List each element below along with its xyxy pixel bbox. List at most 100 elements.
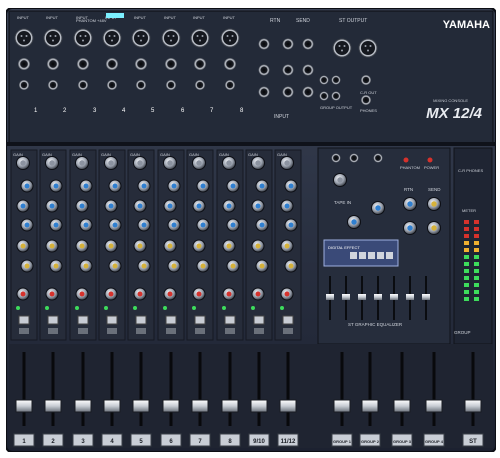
tape-jack-2[interactable] [349,153,359,163]
effect-program-button-1[interactable] [350,252,357,259]
effect-program-button-4[interactable] [377,252,384,259]
fader-knob-10[interactable] [279,399,297,413]
fader-slot-12[interactable] [368,352,372,426]
tape-jack-1[interactable] [331,153,341,163]
xlr-input-2-socket[interactable] [46,31,60,45]
channel-8-knob-2-cap[interactable] [230,183,236,189]
geq-fader-4[interactable] [374,294,382,300]
effect-program-button-3[interactable] [368,252,375,259]
xlr-input-5-socket[interactable] [134,31,148,45]
channel-9-on-button[interactable] [253,315,265,325]
xlr-input-4-pin[interactable] [111,39,113,42]
channel-2-knob-4-cap[interactable] [53,222,59,228]
geq-fader-3[interactable] [358,294,366,300]
fader-slot-14[interactable] [432,352,436,426]
effect-level-knob-cap[interactable] [375,205,381,211]
channel-1-pfl-button[interactable] [19,328,29,334]
channel-6-on-button[interactable] [165,315,177,325]
channel-8-knob-4-cap[interactable] [230,222,236,228]
xlr-input-8-pin[interactable] [229,39,231,42]
xlr-input-2-pin[interactable] [49,35,52,37]
channel-10-knob-1-cap[interactable] [284,160,290,166]
fader-knob-9[interactable] [250,399,268,413]
channel-7-on-button[interactable] [194,315,206,325]
xlr-st-out-r-pin[interactable] [364,45,367,47]
channel-2-knob-1-cap[interactable] [49,160,55,166]
channel-6-pfl-button[interactable] [166,328,176,334]
channel-4-knob-2-cap[interactable] [112,183,118,189]
channel-6-knob-1-cap[interactable] [167,160,173,166]
channel-9-knob-5-cap[interactable] [255,243,261,249]
channel-6-knob-5-cap[interactable] [167,243,173,249]
channel-4-knob-7-cap[interactable] [108,291,114,297]
channel-8-on-button[interactable] [224,315,236,325]
channel-9-knob-4-cap[interactable] [259,222,265,228]
xlr-st-out-r-pin[interactable] [369,45,372,47]
channel-10-knob-4-cap[interactable] [288,222,294,228]
line-jack-5[interactable] [135,58,147,70]
xlr-input-7-pin[interactable] [196,35,199,37]
fader-knob-12[interactable] [361,399,379,413]
channel-3-knob-7-cap[interactable] [79,291,85,297]
channel-7-pfl-button[interactable] [195,328,205,334]
channel-9-knob-1-cap[interactable] [255,160,261,166]
channel-5-knob-1-cap[interactable] [137,160,143,166]
xlr-st-out-r-pin[interactable] [367,49,369,52]
fader-slot-10[interactable] [286,352,290,426]
xlr-input-3-pin[interactable] [79,35,82,37]
group-fader-number[interactable]: GROUP 4 [425,439,444,444]
channel-7-knob-2-cap[interactable] [200,183,206,189]
xlr-input-3-socket[interactable] [76,31,90,45]
channel-4-knob-4-cap[interactable] [112,222,118,228]
xlr-input-2-pin[interactable] [54,35,57,37]
group-out-jack-1[interactable] [319,75,329,85]
channel-2-knob-6-cap[interactable] [53,263,59,269]
line-jack-3[interactable] [77,58,89,70]
rtn-jack-b-1[interactable] [258,64,270,76]
channel-7-knob-4-cap[interactable] [200,222,206,228]
rtn-jack-b-2[interactable] [282,64,294,76]
xlr-input-1-pin[interactable] [25,35,28,37]
phones-jack[interactable] [361,95,371,105]
channel-9-pfl-button[interactable] [254,328,264,334]
channel-5-knob-2-cap[interactable] [141,183,147,189]
insert-jack-6[interactable] [166,80,176,90]
line-jack-6[interactable] [165,58,177,70]
group-fader-number[interactable]: GROUP 2 [361,439,380,444]
channel-8-knob-6-cap[interactable] [230,263,236,269]
group-fader-number[interactable]: GROUP 1 [333,439,352,444]
rtn-knob-1-cap[interactable] [407,201,413,207]
geq-fader-2[interactable] [342,294,350,300]
xlr-st-out-l-pin[interactable] [343,45,346,47]
channel-7-knob-6-cap[interactable] [200,263,206,269]
channel-4-pfl-button[interactable] [107,328,117,334]
fader-slot-15[interactable] [471,352,475,426]
xlr-input-4-pin[interactable] [113,35,116,37]
channel-fader-number[interactable]: 9/10 [253,439,265,445]
fader-slot-13[interactable] [400,352,404,426]
geq-fader-5[interactable] [390,294,398,300]
fader-knob-2[interactable] [44,399,62,413]
geq-fader-1[interactable] [326,294,334,300]
channel-5-knob-4-cap[interactable] [141,222,147,228]
fader-slot-4[interactable] [110,352,114,426]
fader-knob-7[interactable] [191,399,209,413]
channel-8-knob-7-cap[interactable] [226,291,232,297]
channel-9-knob-6-cap[interactable] [259,263,265,269]
channel-10-knob-2-cap[interactable] [288,183,294,189]
channel-10-knob-3-cap[interactable] [284,203,290,209]
channel-7-knob-1-cap[interactable] [196,160,202,166]
channel-1-knob-6-cap[interactable] [24,263,30,269]
insert-jack-5[interactable] [136,80,146,90]
xlr-st-out-r-socket[interactable] [361,41,375,55]
group-out-jack-2[interactable] [331,75,341,85]
channel-4-knob-6-cap[interactable] [112,263,118,269]
channel-2-knob-7-cap[interactable] [49,291,55,297]
xlr-input-3-pin[interactable] [84,35,87,37]
fader-slot-5[interactable] [139,352,143,426]
channel-4-knob-3-cap[interactable] [108,203,114,209]
channel-1-knob-5-cap[interactable] [20,243,26,249]
channel-7-knob-7-cap[interactable] [196,291,202,297]
channel-1-knob-7-cap[interactable] [20,291,26,297]
channel-3-pfl-button[interactable] [78,328,88,334]
